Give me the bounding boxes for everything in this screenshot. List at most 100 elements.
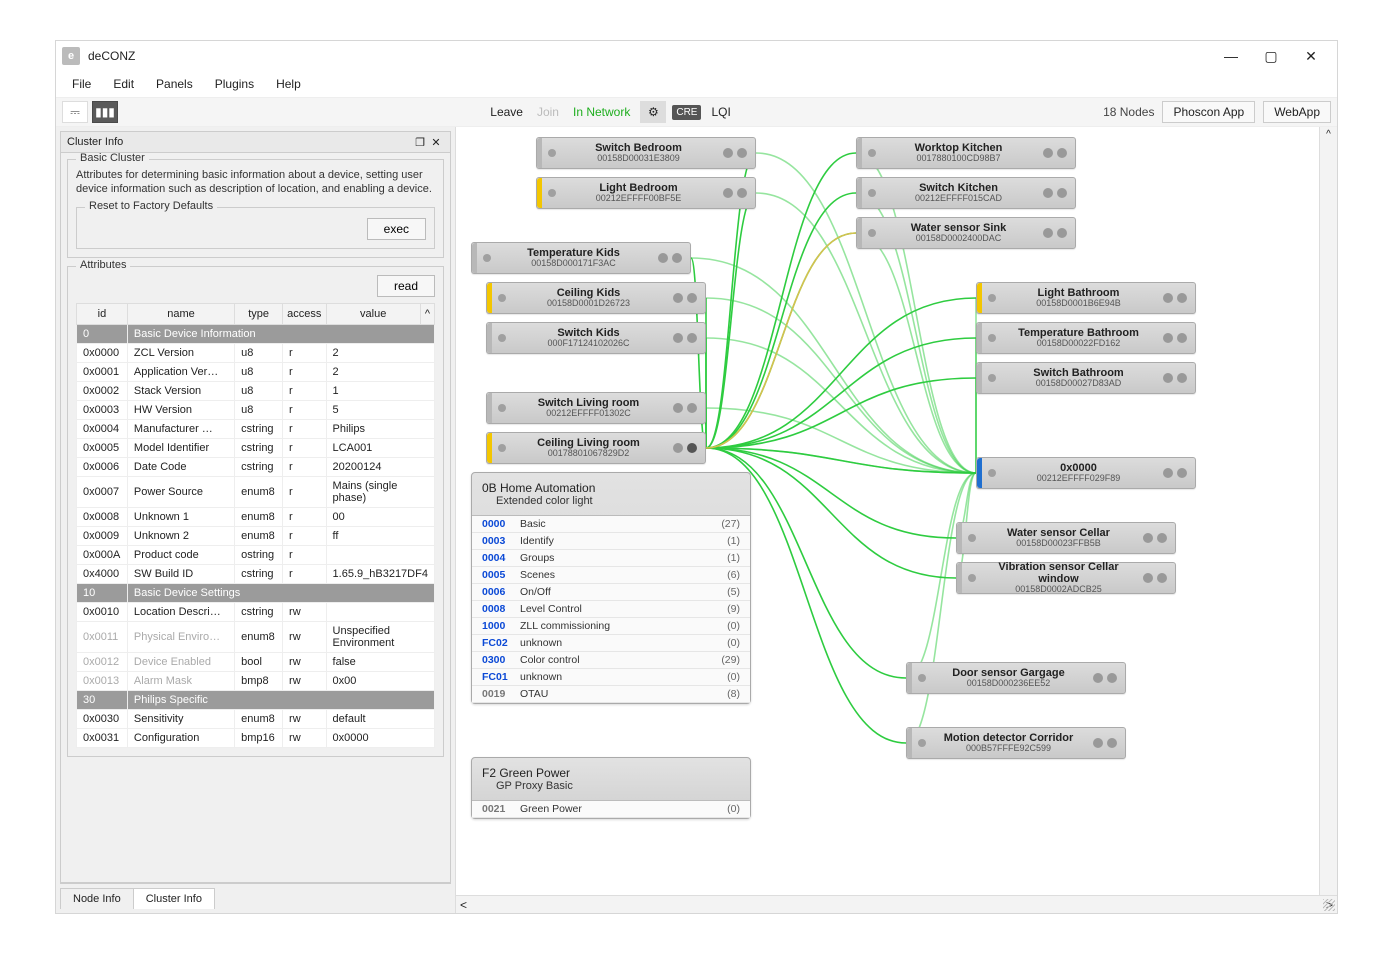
- resize-grip[interactable]: [1323, 899, 1335, 911]
- attr-row[interactable]: 0x0030 Sensitivity enum8 rw default: [77, 709, 435, 728]
- attr-row[interactable]: 0x0006 Date Code cstring r 20200124: [77, 457, 435, 476]
- read-button[interactable]: read: [377, 275, 435, 297]
- close-button[interactable]: ✕: [1291, 43, 1331, 69]
- node-box[interactable]: Door sensor Gargage00158D000236EE52: [906, 662, 1126, 694]
- cluster-row[interactable]: 0019 OTAU (8): [472, 686, 750, 703]
- node-box[interactable]: Vibration sensor Cellar window00158D0002…: [956, 562, 1176, 594]
- attr-row[interactable]: 0x0010 Location Descri… cstring rw: [77, 602, 435, 621]
- cluster-row[interactable]: 0005 Scenes (6): [472, 567, 750, 584]
- node-box[interactable]: Water sensor Cellar00158D00023FFB5B: [956, 522, 1176, 554]
- vertical-scrollbar[interactable]: ^: [1319, 127, 1337, 895]
- col-access[interactable]: access: [283, 303, 327, 324]
- node-box[interactable]: 0x000000212EFFFF029F89: [976, 457, 1196, 489]
- attr-row[interactable]: 0x000A Product code ostring r: [77, 545, 435, 564]
- plug-icon[interactable]: ⎓: [62, 101, 88, 123]
- node-name: Temperature Bathroom00158D00022FD162: [1002, 327, 1155, 349]
- network-icon[interactable]: ⚙: [640, 101, 666, 123]
- attr-row[interactable]: 0x0009 Unknown 2 enum8 r ff: [77, 526, 435, 545]
- col-scroll: ^: [420, 303, 434, 324]
- attr-row[interactable]: 0x0008 Unknown 1 enum8 r 00: [77, 507, 435, 526]
- node-box[interactable]: Worktop Kitchen0017880100CD98B7: [856, 137, 1076, 169]
- webapp-button[interactable]: WebApp: [1263, 101, 1331, 123]
- cluster-name: On/Off: [520, 586, 727, 598]
- tab-node-info[interactable]: Node Info: [60, 888, 134, 909]
- attributes-table[interactable]: id name type access value ^ 0Basic Devic…: [76, 303, 435, 748]
- join-button[interactable]: Join: [533, 105, 563, 119]
- attr-row[interactable]: 0x0013 Alarm Mask bmp8 rw 0x00: [77, 671, 435, 690]
- attr-row[interactable]: 0x4000 SW Build ID cstring r 1.65.9_hB32…: [77, 564, 435, 583]
- node-stripe: [537, 178, 542, 208]
- bars-icon[interactable]: ▮▮▮: [92, 101, 118, 123]
- dock-float-icon[interactable]: ❐: [412, 134, 428, 150]
- phoscon-app-button[interactable]: Phoscon App: [1162, 101, 1255, 123]
- cluster-row[interactable]: 0006 On/Off (5): [472, 584, 750, 601]
- node-box[interactable]: Light Bathroom00158D0001B6E94B: [976, 282, 1196, 314]
- cluster-row[interactable]: 0008 Level Control (9): [472, 601, 750, 618]
- node-box[interactable]: Temperature Kids00158D000171F3AC: [471, 242, 691, 274]
- maximize-button[interactable]: ▢: [1251, 43, 1291, 69]
- col-name[interactable]: name: [127, 303, 234, 324]
- dock-close-icon[interactable]: ✕: [428, 134, 444, 150]
- attr-row[interactable]: 0x0000 ZCL Version u8 r 2: [77, 343, 435, 362]
- cluster-row[interactable]: 0004 Groups (1): [472, 550, 750, 567]
- minimize-button[interactable]: —: [1211, 43, 1251, 69]
- cluster-panel[interactable]: 0B Home Automation Extended color light …: [471, 472, 751, 704]
- node-box[interactable]: Switch Living room00212EFFFF01302C: [486, 392, 706, 424]
- cre-badge[interactable]: CRE: [672, 105, 701, 120]
- attr-row[interactable]: 0x0004 Manufacturer … cstring r Philips: [77, 419, 435, 438]
- node-box[interactable]: Ceiling Kids00158D0001D26723: [486, 282, 706, 314]
- cluster-row[interactable]: 0000 Basic (27): [472, 516, 750, 533]
- node-address: 000B57FFFE92C599: [932, 744, 1085, 754]
- leave-button[interactable]: Leave: [486, 105, 527, 119]
- app-icon: e: [62, 47, 80, 65]
- panel-subtitle: Extended color light: [482, 495, 740, 507]
- attr-row[interactable]: 0x0031 Configuration bmp16 rw 0x0000: [77, 728, 435, 747]
- node-box[interactable]: Switch Bathroom00158D00027D83AD: [976, 362, 1196, 394]
- attr-row[interactable]: 0x0003 HW Version u8 r 5: [77, 400, 435, 419]
- menu-edit[interactable]: Edit: [103, 73, 144, 95]
- cluster-row[interactable]: 0003 Identify (1): [472, 533, 750, 550]
- node-box[interactable]: Switch Kitchen00212EFFFF015CAD: [856, 177, 1076, 209]
- node-box[interactable]: Switch Kids000F17124102026C: [486, 322, 706, 354]
- menu-plugins[interactable]: Plugins: [205, 73, 264, 95]
- attr-type: enum8: [235, 476, 283, 507]
- cluster-name: Green Power: [520, 803, 727, 815]
- node-name: Light Bathroom00158D0001B6E94B: [1002, 287, 1155, 309]
- attr-row[interactable]: 0x0002 Stack Version u8 r 1: [77, 381, 435, 400]
- attr-row[interactable]: 0x0005 Model Identifier cstring r LCA001: [77, 438, 435, 457]
- cluster-row[interactable]: 0021 Green Power (0): [472, 801, 750, 818]
- attr-row[interactable]: 0x0007 Power Source enum8 r Mains (singl…: [77, 476, 435, 507]
- node-box[interactable]: Switch Bedroom00158D00031E3809: [536, 137, 756, 169]
- node-box[interactable]: Water sensor Sink00158D0002400DAC: [856, 217, 1076, 249]
- attr-row[interactable]: 0x0012 Device Enabled bool rw false: [77, 652, 435, 671]
- lqi-label[interactable]: LQI: [707, 105, 734, 119]
- exec-button[interactable]: exec: [367, 218, 426, 240]
- scroll-left-icon[interactable]: <: [460, 898, 467, 912]
- attr-type: u8: [235, 343, 283, 362]
- attr-access: rw: [283, 709, 327, 728]
- node-address: 00158D0001D26723: [512, 299, 665, 309]
- attr-row[interactable]: 0x0011 Physical Enviro… enum8 rw Unspeci…: [77, 621, 435, 652]
- attr-id: 0x0010: [77, 602, 128, 621]
- node-box[interactable]: Light Bedroom00212EFFFF00BF5E: [536, 177, 756, 209]
- node-stripe: [907, 728, 912, 758]
- cluster-row[interactable]: 0300 Color control (29): [472, 652, 750, 669]
- cluster-row[interactable]: 1000 ZLL commissioning (0): [472, 618, 750, 635]
- attr-row[interactable]: 0x0001 Application Ver… u8 r 2: [77, 362, 435, 381]
- node-endpoint-dots: [723, 188, 747, 198]
- cluster-panel[interactable]: F2 Green Power GP Proxy Basic 0021 Green…: [471, 757, 751, 819]
- cluster-row[interactable]: FC01 unknown (0): [472, 669, 750, 686]
- menu-panels[interactable]: Panels: [146, 73, 203, 95]
- col-type[interactable]: type: [235, 303, 283, 324]
- menu-file[interactable]: File: [62, 73, 101, 95]
- col-value[interactable]: value: [326, 303, 420, 324]
- panel-title: 0B Home Automation: [482, 481, 740, 495]
- col-id[interactable]: id: [77, 303, 128, 324]
- node-box[interactable]: Temperature Bathroom00158D00022FD162: [976, 322, 1196, 354]
- node-box[interactable]: Motion detector Corridor000B57FFFE92C599: [906, 727, 1126, 759]
- cluster-row[interactable]: FC02 unknown (0): [472, 635, 750, 652]
- menu-help[interactable]: Help: [266, 73, 311, 95]
- node-box[interactable]: Ceiling Living room00178801067829D2: [486, 432, 706, 464]
- tab-cluster-info[interactable]: Cluster Info: [133, 888, 215, 909]
- cluster-name: Identify: [520, 535, 727, 547]
